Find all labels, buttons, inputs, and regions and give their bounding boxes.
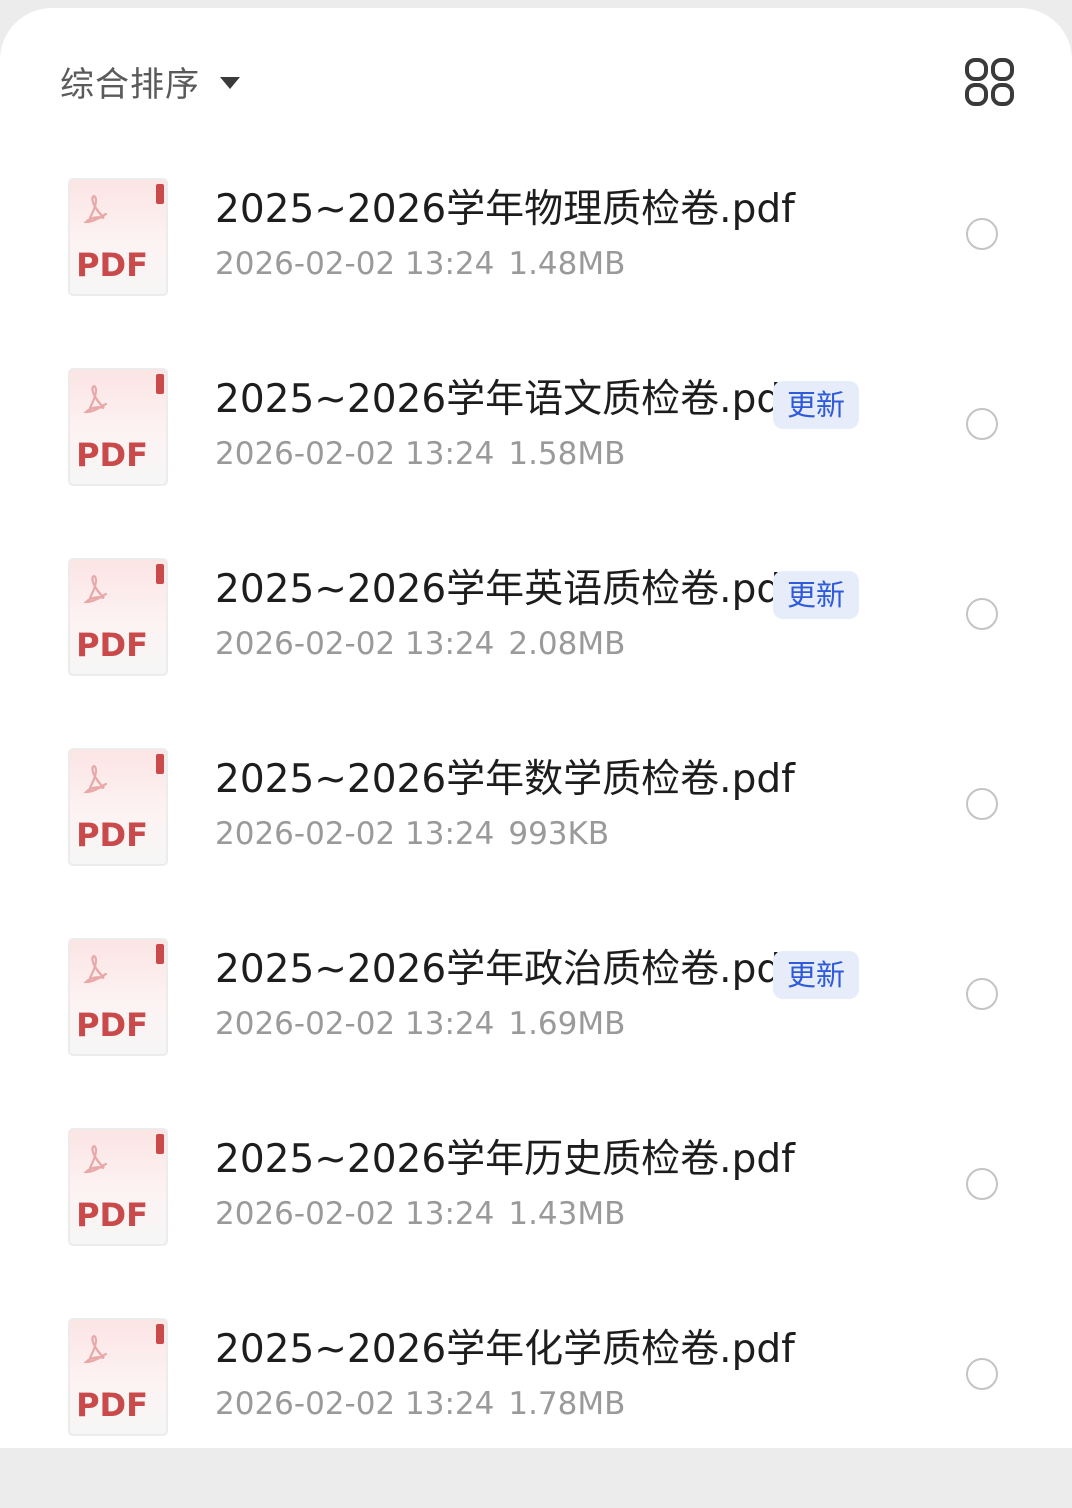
update-badge: 更新 [773, 381, 860, 429]
select-radio[interactable] [966, 978, 998, 1010]
caret-down-icon [220, 77, 240, 89]
pdf-icon-label: PDF [76, 1386, 148, 1424]
list-item[interactable]: PDF 2025~2026学年语文质检卷.pdf 更新 2026-02-02 1… [0, 368, 1072, 558]
file-name: 2025~2026学年历史质检卷.pdf [215, 1137, 795, 1182]
file-meta: 2026-02-02 13:24 1.43MB [215, 1194, 625, 1234]
file-list-panel: 综合排序 PDF 2025~2026学年物理质检卷.pdf 2026-02-02… [0, 8, 1072, 1448]
pdf-icon-label: PDF [76, 1006, 148, 1044]
file-meta: 2026-02-02 13:24 1.69MB [215, 1004, 625, 1044]
list-item[interactable]: PDF 2025~2026学年政治质检卷.pdf 更新 2026-02-02 1… [0, 938, 1072, 1128]
pdf-file-icon: PDF [68, 938, 170, 1058]
file-name: 2025~2026学年语文质检卷.pdf [215, 377, 795, 422]
select-radio[interactable] [966, 218, 998, 250]
file-meta: 2026-02-02 13:24 1.48MB [215, 244, 625, 284]
file-size: 1.48MB [508, 246, 626, 282]
file-date: 2026-02-02 13:24 [215, 1386, 495, 1422]
pdf-file-icon: PDF [68, 368, 170, 488]
file-meta: 2026-02-02 13:24 1.78MB [215, 1384, 625, 1424]
pdf-icon-label: PDF [76, 626, 148, 664]
pdf-icon-label: PDF [76, 436, 148, 474]
file-name: 2025~2026学年英语质检卷.pdf [215, 567, 795, 612]
file-size: 993KB [508, 816, 610, 852]
grid-view-icon[interactable] [964, 58, 1016, 106]
file-name: 2025~2026学年数学质检卷.pdf [215, 757, 795, 802]
file-name: 2025~2026学年化学质检卷.pdf [215, 1327, 795, 1372]
file-date: 2026-02-02 13:24 [215, 1196, 495, 1232]
file-size: 1.78MB [508, 1386, 626, 1422]
select-radio[interactable] [966, 1358, 998, 1390]
list-item[interactable]: PDF 2025~2026学年物理质检卷.pdf 2026-02-02 13:2… [0, 178, 1072, 368]
select-radio[interactable] [966, 408, 998, 440]
file-date: 2026-02-02 13:24 [215, 626, 495, 662]
pdf-icon-label: PDF [76, 246, 148, 284]
pdf-icon-label: PDF [76, 816, 148, 854]
file-meta: 2026-02-02 13:24 1.58MB [215, 434, 625, 474]
file-size: 1.58MB [508, 436, 626, 472]
pdf-file-icon: PDF [68, 748, 170, 868]
pdf-file-icon: PDF [68, 1128, 170, 1248]
select-radio[interactable] [966, 1168, 998, 1200]
file-size: 2.08MB [508, 626, 626, 662]
list-item[interactable]: PDF 2025~2026学年历史质检卷.pdf 2026-02-02 13:2… [0, 1128, 1072, 1318]
file-date: 2026-02-02 13:24 [215, 1006, 495, 1042]
list-item[interactable]: PDF 2025~2026学年化学质检卷.pdf 2026-02-02 13:2… [0, 1318, 1072, 1508]
file-date: 2026-02-02 13:24 [215, 246, 495, 282]
list-item[interactable]: PDF 2025~2026学年英语质检卷.pdf 更新 2026-02-02 1… [0, 558, 1072, 748]
file-name: 2025~2026学年政治质检卷.pdf [215, 947, 795, 992]
file-size: 1.69MB [508, 1006, 626, 1042]
pdf-icon-label: PDF [76, 1196, 148, 1234]
file-meta: 2026-02-02 13:24 993KB [215, 814, 609, 854]
file-size: 1.43MB [508, 1196, 626, 1232]
pdf-file-icon: PDF [68, 1318, 170, 1438]
select-radio[interactable] [966, 598, 998, 630]
file-name: 2025~2026学年物理质检卷.pdf [215, 187, 795, 232]
sort-dropdown[interactable]: 综合排序 [60, 54, 240, 108]
file-date: 2026-02-02 13:24 [215, 436, 495, 472]
pdf-file-icon: PDF [68, 558, 170, 678]
file-meta: 2026-02-02 13:24 2.08MB [215, 624, 625, 664]
update-badge: 更新 [773, 571, 860, 619]
select-radio[interactable] [966, 788, 998, 820]
file-date: 2026-02-02 13:24 [215, 816, 495, 852]
sort-label: 综合排序 [60, 64, 200, 105]
pdf-file-icon: PDF [68, 178, 170, 298]
update-badge: 更新 [773, 951, 860, 999]
list-item[interactable]: PDF 2025~2026学年数学质检卷.pdf 2026-02-02 13:2… [0, 748, 1072, 938]
